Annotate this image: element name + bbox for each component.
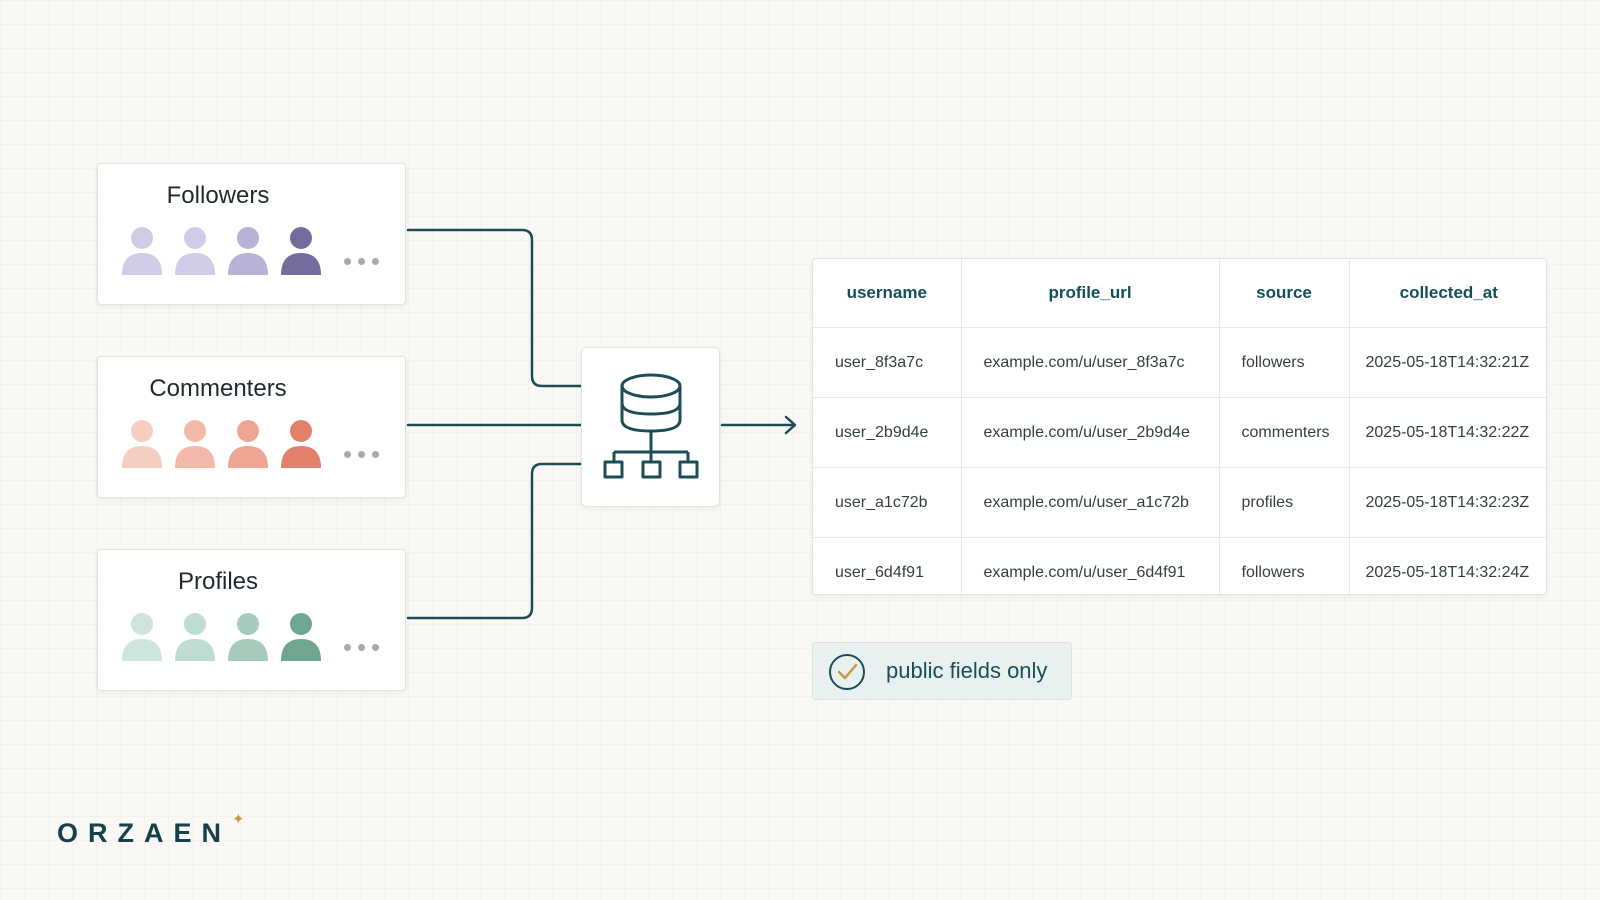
source-card-commenters: Commenters bbox=[97, 356, 406, 498]
person-icon bbox=[228, 613, 268, 661]
source-title: Followers bbox=[166, 182, 270, 209]
public-fields-badge: public fields only bbox=[812, 642, 1072, 700]
person-icon bbox=[175, 227, 215, 275]
cell-collected-at: 2025-05-18T14:32:23Z bbox=[1349, 467, 1546, 538]
person-icon bbox=[281, 227, 321, 275]
person-icon bbox=[175, 420, 215, 468]
cell-profile-url: example.com/u/user_2b9d4e bbox=[961, 397, 1220, 468]
people-group bbox=[122, 227, 321, 275]
column-header: collected_at bbox=[1349, 259, 1546, 328]
table-row: user_6d4f91 example.com/u/user_6d4f91 fo… bbox=[813, 537, 1546, 594]
person-icon bbox=[228, 420, 268, 468]
cell-username: user_a1c72b bbox=[813, 467, 962, 538]
sparkle-icon: ✦ bbox=[232, 811, 245, 828]
person-icon bbox=[175, 613, 215, 661]
source-card-followers: Followers bbox=[97, 163, 406, 305]
badge-label: public fields only bbox=[886, 658, 1048, 683]
more-dots-icon bbox=[344, 451, 379, 458]
column-header: profile_url bbox=[961, 259, 1220, 328]
cell-source: profiles bbox=[1219, 467, 1350, 538]
person-icon bbox=[281, 613, 321, 661]
cell-collected-at: 2025-05-18T14:32:24Z bbox=[1365, 563, 1530, 581]
cell-collected-at: 2025-05-18T14:32:22Z bbox=[1349, 397, 1546, 468]
cell-profile-url: example.com/u/user_8f3a7c bbox=[961, 327, 1220, 398]
cell-username: user_2b9d4e bbox=[813, 397, 962, 468]
brand-name: ORZAEN bbox=[57, 818, 231, 848]
column-header: source bbox=[1219, 259, 1350, 328]
source-title: Profiles bbox=[177, 568, 259, 595]
source-title: Commenters bbox=[149, 375, 287, 402]
more-dots-icon bbox=[344, 644, 379, 651]
cell-username: user_6d4f91 bbox=[813, 537, 962, 594]
cell-profile-url: example.com/u/user_6d4f91 bbox=[961, 537, 1220, 594]
people-group bbox=[122, 613, 321, 661]
more-dots-icon bbox=[344, 258, 379, 265]
cell-collected-at: 2025-05-18T14:32:21Z bbox=[1349, 327, 1546, 398]
source-card-profiles: Profiles bbox=[97, 549, 406, 691]
output-table: username profile_url source collected_at… bbox=[812, 258, 1547, 595]
table-row: user_2b9d4e example.com/u/user_2b9d4e co… bbox=[813, 397, 1546, 468]
person-icon bbox=[122, 613, 162, 661]
cell-source: followers bbox=[1219, 537, 1350, 594]
table-row: user_a1c72b example.com/u/user_a1c72b pr… bbox=[813, 467, 1546, 538]
cell-profile-url: example.com/u/user_a1c72b bbox=[961, 467, 1220, 538]
table-row: user_8f3a7c example.com/u/user_8f3a7c fo… bbox=[813, 327, 1546, 398]
column-header: username bbox=[813, 259, 962, 328]
cell-username: user_8f3a7c bbox=[813, 327, 962, 398]
people-group bbox=[122, 420, 321, 468]
person-icon bbox=[122, 227, 162, 275]
connector-profiles bbox=[406, 462, 583, 620]
brand-logo: ORZAEN ✦ bbox=[57, 811, 245, 849]
person-icon bbox=[281, 420, 321, 468]
database-hierarchy-icon bbox=[603, 373, 699, 479]
table-header-row: username profile_url source collected_at bbox=[813, 259, 1546, 328]
cell-source: followers bbox=[1219, 327, 1350, 398]
database-hub bbox=[581, 347, 720, 507]
cell-source: commenters bbox=[1219, 397, 1350, 468]
person-icon bbox=[228, 227, 268, 275]
connector-followers bbox=[406, 228, 583, 388]
check-circle-icon bbox=[829, 654, 865, 690]
person-icon bbox=[122, 420, 162, 468]
